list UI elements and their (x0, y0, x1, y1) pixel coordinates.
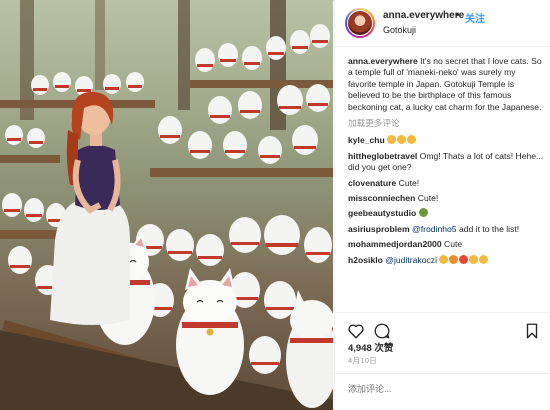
emoji-icon (397, 135, 407, 145)
emoji-icon (449, 254, 459, 264)
photo-illustration (0, 0, 333, 410)
comment-row: h2osiklo @juditrakoczi (348, 254, 544, 266)
comment-row: hittheglobetravel Omg! Thats a lot of ca… (348, 151, 544, 174)
comment-row: clovenature Cute! (348, 178, 544, 189)
comment-text: Cute! (398, 177, 420, 188)
comment-username[interactable]: h2osiklo (348, 255, 383, 265)
load-more-comments[interactable]: 加载更多评论 (348, 118, 544, 129)
comment-row: kyle_chu (348, 135, 544, 146)
header-username[interactable]: anna.everywhere (383, 10, 464, 21)
comment-input[interactable] (348, 384, 528, 394)
comment-text: Cute (444, 239, 463, 250)
post-header: anna.everywhere • 关注 Gotokuji (335, 0, 550, 47)
like-count[interactable]: 4,948 次赞 (348, 340, 393, 354)
caption-username[interactable]: anna.everywhere (348, 56, 418, 66)
post-date: 4月10日 (348, 356, 378, 365)
location-link[interactable]: Gotokuji (383, 25, 416, 35)
post-photo[interactable] (0, 0, 333, 410)
caption: anna.everywhere It's no secret that I lo… (348, 56, 544, 113)
emoji-icon (439, 254, 449, 264)
emoji-icon (387, 135, 397, 145)
post-sidebar: anna.everywhere • 关注 Gotokuji anna.every… (334, 0, 550, 410)
comment-username[interactable]: hittheglobetravel (348, 151, 417, 161)
comment-text: add it to the list! (458, 223, 520, 234)
comment-username[interactable]: asiriusproblem (348, 224, 410, 234)
comment-row: missconniechen Cute! (348, 193, 544, 204)
follow-button[interactable]: 关注 (465, 10, 485, 25)
comment-row: geebeautystudio (348, 208, 544, 219)
comment-username[interactable]: clovenature (348, 178, 396, 188)
comment-username[interactable]: missconniechen (348, 193, 415, 203)
heart-icon[interactable] (347, 322, 365, 340)
bookmark-icon[interactable] (523, 322, 541, 340)
avatar[interactable] (347, 10, 373, 36)
add-comment-bar (335, 373, 550, 410)
comment-row: mohammedjordan2000 Cute (348, 239, 544, 250)
comment-row: asiriusproblem @frodinho5 add it to the … (348, 224, 544, 235)
comment-username[interactable]: geebeautystudio (348, 208, 416, 218)
avatar-story-ring[interactable] (345, 8, 375, 38)
comment-list: anna.everywhere It's no secret that I lo… (348, 56, 544, 270)
emoji-icon (459, 254, 469, 264)
comment-mention[interactable]: @frodinho5 (412, 224, 457, 234)
emoji-icon (469, 254, 479, 264)
comment-username[interactable]: kyle_chu (348, 135, 385, 145)
comment-username[interactable]: mohammedjordan2000 (348, 239, 442, 249)
emoji-icon (407, 135, 417, 145)
comment-icon[interactable] (373, 322, 391, 340)
cat-large-2 (176, 268, 244, 395)
emoji-icon (479, 254, 489, 264)
header-separator: • (456, 10, 460, 21)
emoji-icon (418, 208, 428, 218)
comment-text: Cute! (417, 193, 439, 204)
comment-mention[interactable]: @juditrakoczi (385, 255, 437, 265)
